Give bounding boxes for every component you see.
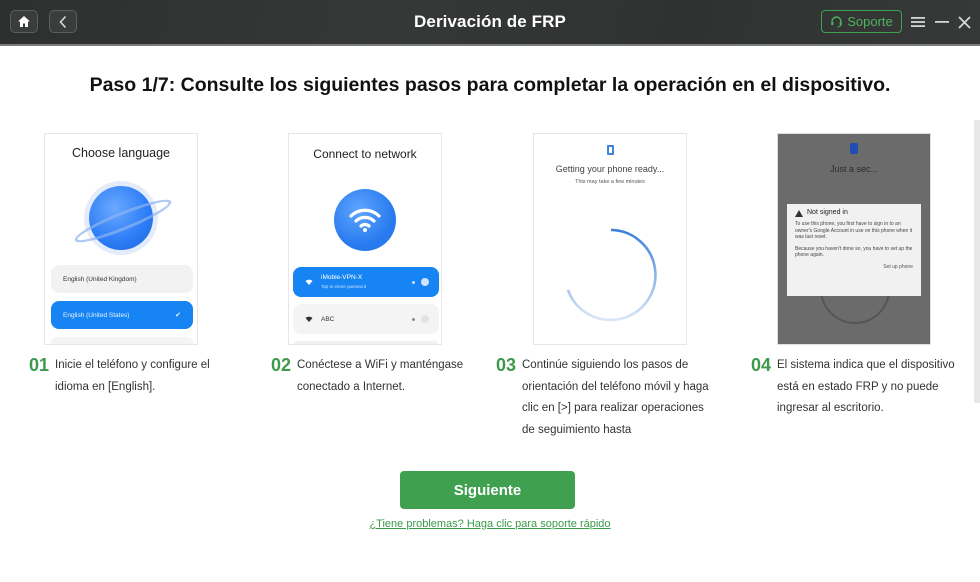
network-item-selected: iMobie-VPN-X Tap to share password [293, 267, 439, 297]
close-button[interactable] [954, 12, 974, 32]
chevron-right-icon [421, 315, 429, 323]
close-icon [957, 15, 971, 29]
quick-support-link[interactable]: ¿Tiene problemas? Haga clic para soporte… [0, 518, 980, 530]
step-4-screenshot: Just a sec... Not signed in To use this … [777, 133, 931, 345]
language-option-partial [51, 337, 193, 344]
next-button[interactable]: Siguiente [400, 471, 575, 509]
warning-icon [795, 210, 803, 217]
step-heading: Paso 1/7: Consulte los siguientes pasos … [89, 74, 891, 96]
step-number: 01 [29, 355, 50, 375]
not-signed-in-dialog: Not signed in To use this phone, you fir… [787, 204, 921, 296]
chevron-right-icon [421, 278, 429, 286]
support-label: Soporte [847, 14, 893, 29]
step-number: 02 [271, 355, 292, 375]
lock-dot [412, 317, 415, 321]
step-number: 04 [751, 355, 772, 375]
title-bar: Derivación de FRP Soporte [0, 0, 980, 46]
phone-icon [607, 145, 614, 155]
wifi-small-icon [305, 316, 313, 322]
step-1-screenshot: Choose language English (United Kingdom)… [44, 133, 198, 345]
step-number: 03 [496, 355, 517, 375]
wifi-icon [349, 208, 381, 232]
step-2-screenshot: Connect to network iMobie-VPN-X Tap to s… [288, 133, 442, 345]
step-3-screenshot: Getting your phone ready... This may tak… [533, 133, 687, 345]
wifi-badge [334, 189, 396, 251]
step-description: Inicie el teléfono y configure el idioma… [55, 359, 210, 393]
loading-spinner [566, 228, 657, 322]
choose-language-title: Choose language [72, 146, 170, 160]
step-description: Conéctese a WiFi y manténgase conectado … [297, 359, 464, 393]
network-item-partial [293, 341, 439, 344]
getting-ready-subtitle: This may take a few minutes [575, 179, 645, 185]
just-a-sec-title: Just a sec... [829, 164, 879, 174]
wifi-small-icon [305, 279, 313, 285]
headset-icon [831, 16, 843, 28]
minimize-button[interactable] [932, 12, 952, 32]
step-description: El sistema indica que el dispositivo est… [777, 359, 955, 414]
scrollbar[interactable] [974, 120, 980, 403]
language-option: English (United Kingdom) [51, 265, 193, 293]
check-icon: ✔ [175, 312, 181, 319]
hamburger-menu-icon [911, 17, 925, 27]
device-icon [850, 143, 858, 154]
support-button[interactable]: Soporte [821, 10, 902, 33]
getting-ready-title: Getting your phone ready... [555, 164, 665, 174]
language-option-selected: English (United States) ✔ [51, 301, 193, 329]
step-description: Continúe siguiendo los pasos de orientac… [522, 359, 709, 436]
menu-button[interactable] [908, 12, 928, 32]
network-item: ABC [293, 304, 439, 334]
connect-network-title: Connect to network [313, 147, 417, 161]
lock-dot [412, 280, 415, 284]
minimize-icon [935, 21, 949, 23]
